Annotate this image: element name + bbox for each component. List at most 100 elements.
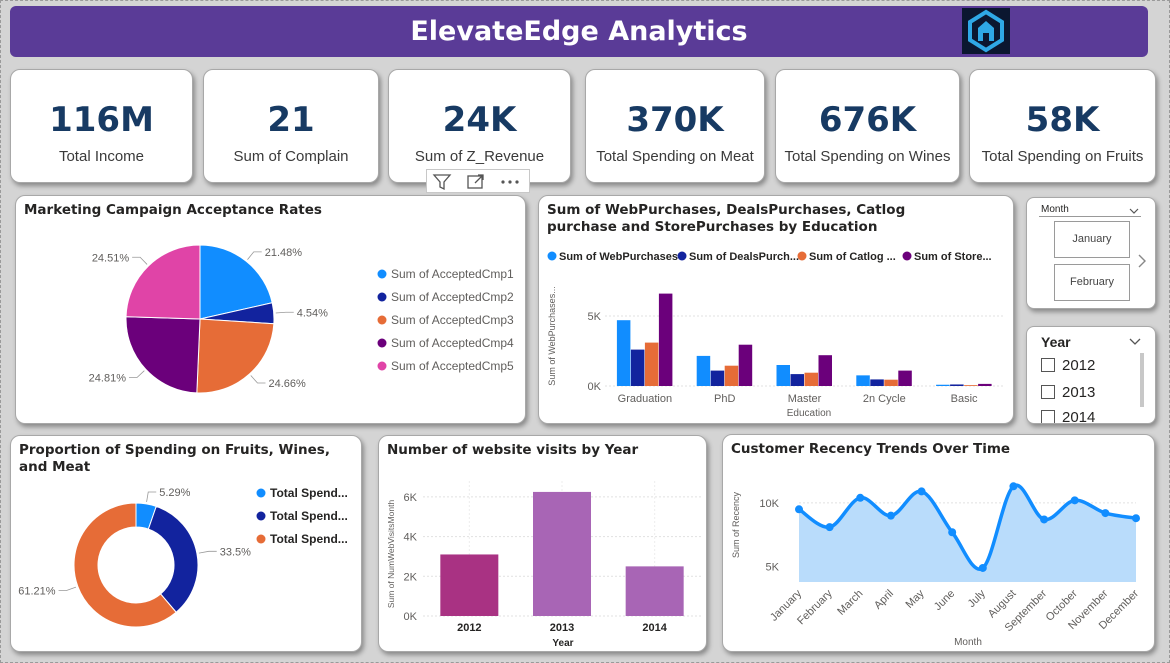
kpi-label: Total Spending on Wines	[784, 148, 951, 165]
x-axis-label: Month	[954, 637, 982, 648]
x-tick-label: PhD	[714, 393, 735, 405]
y-tick-label: 6K	[404, 492, 418, 504]
legend-entry: Sum of AcceptedCmp5	[391, 359, 514, 373]
year-option-2012[interactable]: 2012	[1041, 357, 1095, 374]
website-visits-bar-chart[interactable]: 0K 2K 4K 6K 2012 2013 2014 Year Sum of NumWebVis…	[379, 436, 706, 651]
month-slicer[interactable]: Month January February	[1026, 197, 1156, 309]
y-tick-label: 2K	[404, 571, 418, 583]
legend-marker	[902, 251, 912, 261]
recency-trends-card[interactable]: Customer Recency Trends Over Time 5K 10K J…	[722, 434, 1155, 652]
checkbox[interactable]	[1041, 410, 1055, 423]
chevron-down-icon[interactable]	[1129, 338, 1141, 346]
year-option-2013[interactable]: 2013	[1041, 384, 1095, 401]
kpi-card-spending-fruits[interactable]: 58K Total Spending on Fruits	[969, 69, 1156, 183]
kpi-card-sum-of-z-revenue[interactable]: 24K Sum of Z_Revenue	[388, 69, 571, 183]
campaign-pie-chart[interactable]: 21.48% 4.54% 24.66% 24.81% 24.51% Sum of Acce…	[16, 196, 525, 423]
data-point	[1132, 514, 1140, 523]
purchases-bar-chart[interactable]: Sum of WebPurchases Sum of DealsPurch... S…	[539, 196, 1013, 423]
bar	[936, 384, 950, 386]
bar	[710, 370, 725, 386]
data-label: 33.5%	[220, 546, 251, 558]
year-slicer[interactable]: Year 2012 2013 2014	[1026, 326, 1156, 424]
legend-marker	[377, 338, 387, 348]
checkbox[interactable]	[1041, 385, 1055, 399]
data-point	[856, 493, 865, 502]
y-tick-label: 0K	[404, 611, 418, 623]
bar	[856, 375, 870, 386]
website-visits-card[interactable]: Number of website visits by Year 0K 2K 4K 6…	[378, 435, 707, 652]
pie-slice	[125, 244, 201, 320]
month-slicer-header: Month	[1041, 204, 1069, 215]
campaign-acceptance-card[interactable]: Marketing Campaign Acceptance Rates 21.4…	[15, 195, 526, 424]
legend-entry: Sum of AcceptedCmp1	[391, 267, 514, 281]
scrollbar[interactable]	[1140, 353, 1144, 407]
leader-line	[275, 311, 294, 314]
data-point	[795, 505, 803, 514]
bar	[644, 342, 659, 386]
kpi-card-total-income[interactable]: 116M Total Income	[10, 69, 193, 183]
bar	[696, 355, 711, 386]
legend-entry: Sum of DealsPurch...	[689, 251, 799, 263]
data-label: 21.48%	[265, 247, 303, 259]
purchases-by-education-card[interactable]: Sum of WebPurchases, DealsPurchases, Cat…	[538, 195, 1014, 424]
spending-proportion-card[interactable]: Proportion of Spending on Fruits, Wines,…	[10, 435, 362, 652]
pie-slice	[125, 316, 201, 394]
data-point	[917, 487, 926, 496]
data-label: 5.29%	[159, 487, 190, 499]
legend-entry: Total Spend...	[270, 486, 348, 500]
x-axis-label: Year	[552, 638, 573, 649]
kpi-card-spending-wines[interactable]: 676K Total Spending on Wines	[775, 69, 960, 183]
legend-entry: Sum of AcceptedCmp3	[391, 313, 514, 327]
checkbox[interactable]	[1041, 358, 1055, 372]
focus-mode-icon[interactable]	[465, 172, 487, 192]
data-point	[825, 523, 834, 532]
kpi-value: 58K	[1025, 100, 1100, 140]
y-tick-label: 4K	[404, 532, 418, 544]
header-banner: ElevateEdge Analytics	[10, 6, 1148, 57]
x-tick-label: 2n Cycle	[863, 393, 906, 405]
kpi-label: Total Spending on Fruits	[981, 148, 1144, 165]
year-option-2014[interactable]: 2014	[1041, 409, 1095, 423]
kpi-label: Sum of Complain	[233, 148, 349, 165]
bar	[776, 365, 790, 386]
legend-marker	[797, 251, 807, 261]
kpi-card-spending-meat[interactable]: 370K Total Spending on Meat	[585, 69, 765, 183]
month-option-january[interactable]: January	[1054, 221, 1130, 258]
y-axis-label: Sum of NumWebVisitsMonth	[386, 500, 396, 609]
bar	[804, 372, 818, 386]
data-label: 24.51%	[92, 252, 130, 264]
data-point	[1070, 496, 1079, 505]
kpi-value: 24K	[442, 100, 517, 140]
legend-marker	[377, 315, 387, 325]
hexagon-house-logo	[962, 8, 1010, 54]
bar	[738, 344, 753, 386]
x-tick-label: March	[835, 588, 865, 618]
more-options-icon[interactable]	[499, 172, 521, 192]
x-tick-label: 2014	[642, 622, 667, 634]
y-axis-label: Sum of Recency	[731, 491, 741, 558]
x-tick-label: Graduation	[618, 393, 672, 405]
kpi-value: 676K	[818, 100, 917, 140]
data-point	[1101, 509, 1110, 518]
kpi-card-sum-of-complain[interactable]: 21 Sum of Complain	[203, 69, 379, 183]
x-tick-label: July	[966, 587, 989, 610]
bar	[616, 320, 631, 386]
bar	[884, 379, 898, 386]
y-tick-label: 0K	[588, 381, 602, 393]
recency-area-chart[interactable]: 5K10KJanuaryFebruary March April May June Jul…	[723, 435, 1154, 651]
bar	[950, 384, 964, 386]
y-tick-label: 10K	[759, 498, 779, 510]
filter-icon[interactable]	[431, 172, 453, 192]
bar	[790, 374, 804, 386]
bar	[898, 370, 912, 386]
legend-marker	[377, 292, 387, 302]
legend-marker	[547, 251, 557, 261]
x-tick-label: Master	[788, 393, 822, 405]
month-dropdown[interactable]: Month	[1039, 204, 1141, 217]
leader-line	[250, 375, 266, 384]
chevron-right-icon[interactable]	[1137, 253, 1147, 269]
data-point	[948, 528, 957, 537]
visual-header-toolbar	[426, 169, 530, 193]
month-option-february[interactable]: February	[1054, 264, 1130, 301]
spending-donut-chart[interactable]: 5.29% 33.5% 61.21% Total Spend... Total Spen…	[11, 436, 361, 651]
